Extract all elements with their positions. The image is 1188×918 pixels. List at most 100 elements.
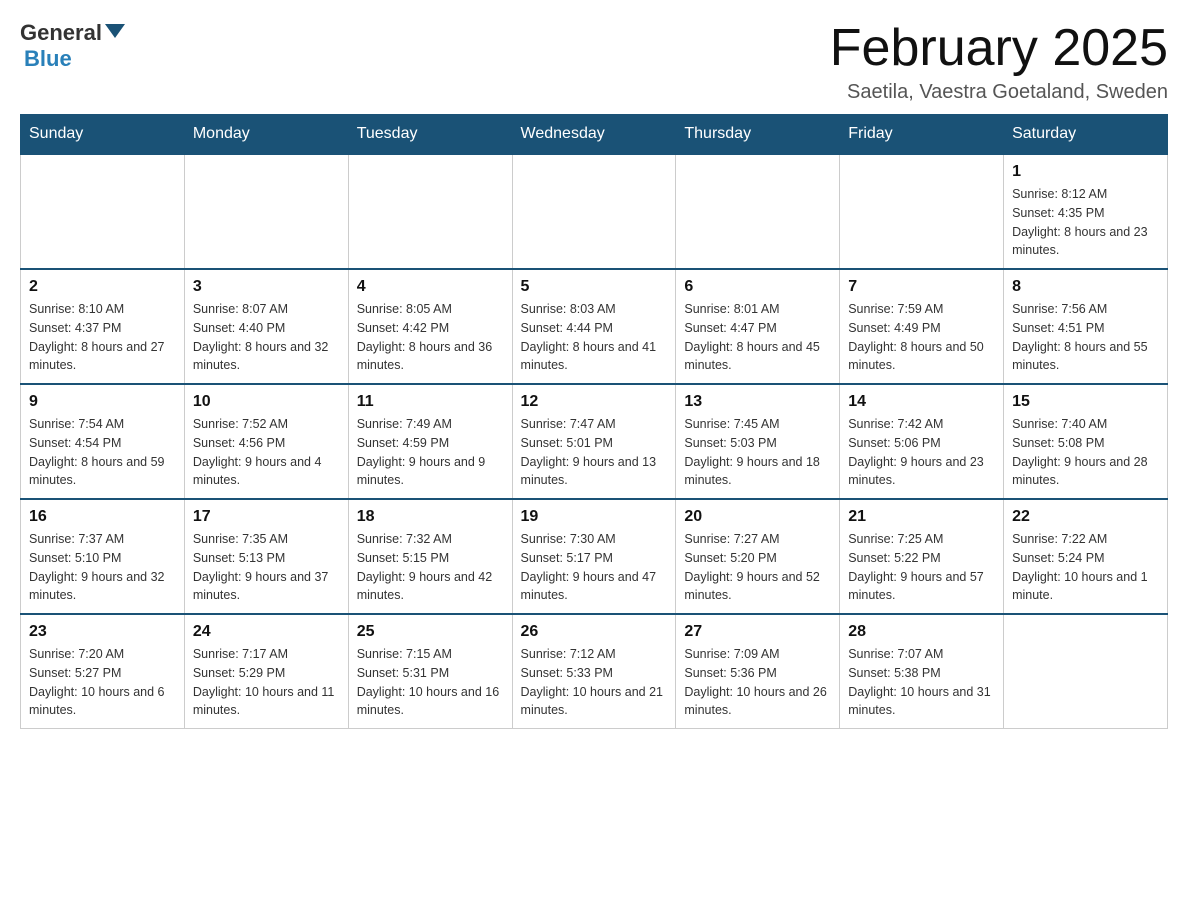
day-info: Sunrise: 7:54 AMSunset: 4:54 PMDaylight:… (29, 415, 176, 490)
page-header: General Blue February 2025 Saetila, Vaes… (20, 20, 1168, 104)
calendar-cell: 18 Sunrise: 7:32 AMSunset: 5:15 PMDayligh… (348, 499, 512, 614)
calendar-cell: 20 Sunrise: 7:27 AMSunset: 5:20 PMDayligh… (676, 499, 840, 614)
day-info: Sunrise: 7:07 AMSunset: 5:38 PMDaylight:… (848, 645, 995, 720)
calendar-cell: 24 Sunrise: 7:17 AMSunset: 5:29 PMDayligh… (184, 614, 348, 729)
day-number: 1 (1012, 163, 1159, 181)
day-info: Sunrise: 7:52 AMSunset: 4:56 PMDaylight:… (193, 415, 340, 490)
day-info: Sunrise: 7:25 AMSunset: 5:22 PMDaylight:… (848, 530, 995, 605)
day-info: Sunrise: 7:59 AMSunset: 4:49 PMDaylight:… (848, 300, 995, 375)
day-number: 9 (29, 393, 176, 411)
day-info: Sunrise: 7:15 AMSunset: 5:31 PMDaylight:… (357, 645, 504, 720)
day-info: Sunrise: 8:10 AMSunset: 4:37 PMDaylight:… (29, 300, 176, 375)
calendar-cell: 25 Sunrise: 7:15 AMSunset: 5:31 PMDayligh… (348, 614, 512, 729)
day-number: 20 (684, 508, 831, 526)
weekday-header-thursday: Thursday (676, 115, 840, 155)
day-info: Sunrise: 7:35 AMSunset: 5:13 PMDaylight:… (193, 530, 340, 605)
calendar-cell: 1 Sunrise: 8:12 AMSunset: 4:35 PMDaylight… (1004, 154, 1168, 269)
day-number: 15 (1012, 393, 1159, 411)
calendar-week-row: 9 Sunrise: 7:54 AMSunset: 4:54 PMDaylight… (21, 384, 1168, 499)
day-info: Sunrise: 7:17 AMSunset: 5:29 PMDaylight:… (193, 645, 340, 720)
day-number: 24 (193, 623, 340, 641)
title-section: February 2025 Saetila, Vaestra Goetaland… (830, 20, 1168, 104)
day-number: 19 (521, 508, 668, 526)
logo: General Blue (20, 20, 128, 72)
calendar-cell: 6Sunrise: 8:01 AMSunset: 4:47 PMDaylight… (676, 269, 840, 384)
day-info: Sunrise: 7:42 AMSunset: 5:06 PMDaylight:… (848, 415, 995, 490)
weekday-header-friday: Friday (840, 115, 1004, 155)
day-number: 26 (521, 623, 668, 641)
calendar-week-row: 23Sunrise: 7:20 AMSunset: 5:27 PMDayligh… (21, 614, 1168, 729)
calendar-cell: 14 Sunrise: 7:42 AMSunset: 5:06 PMDayligh… (840, 384, 1004, 499)
day-number: 21 (848, 508, 995, 526)
calendar-cell: 23Sunrise: 7:20 AMSunset: 5:27 PMDayligh… (21, 614, 185, 729)
calendar-cell: 21 Sunrise: 7:25 AMSunset: 5:22 PMDayligh… (840, 499, 1004, 614)
day-number: 25 (357, 623, 504, 641)
day-number: 22 (1012, 508, 1159, 526)
weekday-header-saturday: Saturday (1004, 115, 1168, 155)
day-number: 27 (684, 623, 831, 641)
calendar-cell: 4 Sunrise: 8:05 AMSunset: 4:42 PMDaylight… (348, 269, 512, 384)
calendar-cell: 16 Sunrise: 7:37 AMSunset: 5:10 PMDayligh… (21, 499, 185, 614)
calendar-cell: 10 Sunrise: 7:52 AMSunset: 4:56 PMDayligh… (184, 384, 348, 499)
calendar-cell: 19 Sunrise: 7:30 AMSunset: 5:17 PMDayligh… (512, 499, 676, 614)
calendar-cell: 8 Sunrise: 7:56 AMSunset: 4:51 PMDaylight… (1004, 269, 1168, 384)
day-info: Sunrise: 7:30 AMSunset: 5:17 PMDaylight:… (521, 530, 668, 605)
calendar-cell: 26 Sunrise: 7:12 AMSunset: 5:33 PMDayligh… (512, 614, 676, 729)
calendar-cell (184, 154, 348, 269)
day-info: Sunrise: 7:49 AMSunset: 4:59 PMDaylight:… (357, 415, 504, 490)
calendar-cell: 3 Sunrise: 8:07 AMSunset: 4:40 PMDaylight… (184, 269, 348, 384)
day-number: 12 (521, 393, 668, 411)
calendar-week-row: 16 Sunrise: 7:37 AMSunset: 5:10 PMDayligh… (21, 499, 1168, 614)
day-info: Sunrise: 8:03 AMSunset: 4:44 PMDaylight:… (521, 300, 668, 375)
calendar-cell: 12 Sunrise: 7:47 AMSunset: 5:01 PMDayligh… (512, 384, 676, 499)
calendar-cell: 27Sunrise: 7:09 AMSunset: 5:36 PMDayligh… (676, 614, 840, 729)
day-info: Sunrise: 7:12 AMSunset: 5:33 PMDaylight:… (521, 645, 668, 720)
day-info: Sunrise: 7:32 AMSunset: 5:15 PMDaylight:… (357, 530, 504, 605)
calendar-cell: 5 Sunrise: 8:03 AMSunset: 4:44 PMDaylight… (512, 269, 676, 384)
calendar-cell (512, 154, 676, 269)
calendar-cell: 7 Sunrise: 7:59 AMSunset: 4:49 PMDaylight… (840, 269, 1004, 384)
day-number: 5 (521, 278, 668, 296)
day-info: Sunrise: 7:47 AMSunset: 5:01 PMDaylight:… (521, 415, 668, 490)
day-number: 4 (357, 278, 504, 296)
day-number: 8 (1012, 278, 1159, 296)
calendar-cell (21, 154, 185, 269)
day-number: 6 (684, 278, 831, 296)
calendar-cell: 28 Sunrise: 7:07 AMSunset: 5:38 PMDayligh… (840, 614, 1004, 729)
weekday-header-tuesday: Tuesday (348, 115, 512, 155)
day-info: Sunrise: 7:37 AMSunset: 5:10 PMDaylight:… (29, 530, 176, 605)
day-number: 16 (29, 508, 176, 526)
day-number: 13 (684, 393, 831, 411)
calendar-cell: 22 Sunrise: 7:22 AMSunset: 5:24 PMDayligh… (1004, 499, 1168, 614)
logo-blue-text: Blue (24, 46, 72, 71)
day-info: Sunrise: 8:05 AMSunset: 4:42 PMDaylight:… (357, 300, 504, 375)
weekday-header-wednesday: Wednesday (512, 115, 676, 155)
day-info: Sunrise: 8:07 AMSunset: 4:40 PMDaylight:… (193, 300, 340, 375)
weekday-header-sunday: Sunday (21, 115, 185, 155)
calendar-cell: 13Sunrise: 7:45 AMSunset: 5:03 PMDayligh… (676, 384, 840, 499)
day-number: 10 (193, 393, 340, 411)
day-info: Sunrise: 7:40 AMSunset: 5:08 PMDaylight:… (1012, 415, 1159, 490)
day-number: 11 (357, 393, 504, 411)
calendar-cell (1004, 614, 1168, 729)
day-number: 28 (848, 623, 995, 641)
logo-arrow-icon (105, 24, 125, 38)
calendar-cell (840, 154, 1004, 269)
day-info: Sunrise: 7:56 AMSunset: 4:51 PMDaylight:… (1012, 300, 1159, 375)
calendar-cell: 9 Sunrise: 7:54 AMSunset: 4:54 PMDaylight… (21, 384, 185, 499)
calendar-cell (676, 154, 840, 269)
calendar-cell: 2Sunrise: 8:10 AMSunset: 4:37 PMDaylight… (21, 269, 185, 384)
day-info: Sunrise: 7:27 AMSunset: 5:20 PMDaylight:… (684, 530, 831, 605)
calendar-cell: 17Sunrise: 7:35 AMSunset: 5:13 PMDayligh… (184, 499, 348, 614)
day-number: 3 (193, 278, 340, 296)
logo-general-text: General (20, 20, 102, 46)
weekday-header-monday: Monday (184, 115, 348, 155)
day-info: Sunrise: 7:22 AMSunset: 5:24 PMDaylight:… (1012, 530, 1159, 605)
calendar-title: February 2025 (830, 20, 1168, 77)
day-number: 14 (848, 393, 995, 411)
day-info: Sunrise: 8:12 AMSunset: 4:35 PMDaylight:… (1012, 185, 1159, 260)
calendar-header: SundayMondayTuesdayWednesdayThursdayFrid… (21, 115, 1168, 155)
day-number: 7 (848, 278, 995, 296)
calendar-cell (348, 154, 512, 269)
day-number: 18 (357, 508, 504, 526)
